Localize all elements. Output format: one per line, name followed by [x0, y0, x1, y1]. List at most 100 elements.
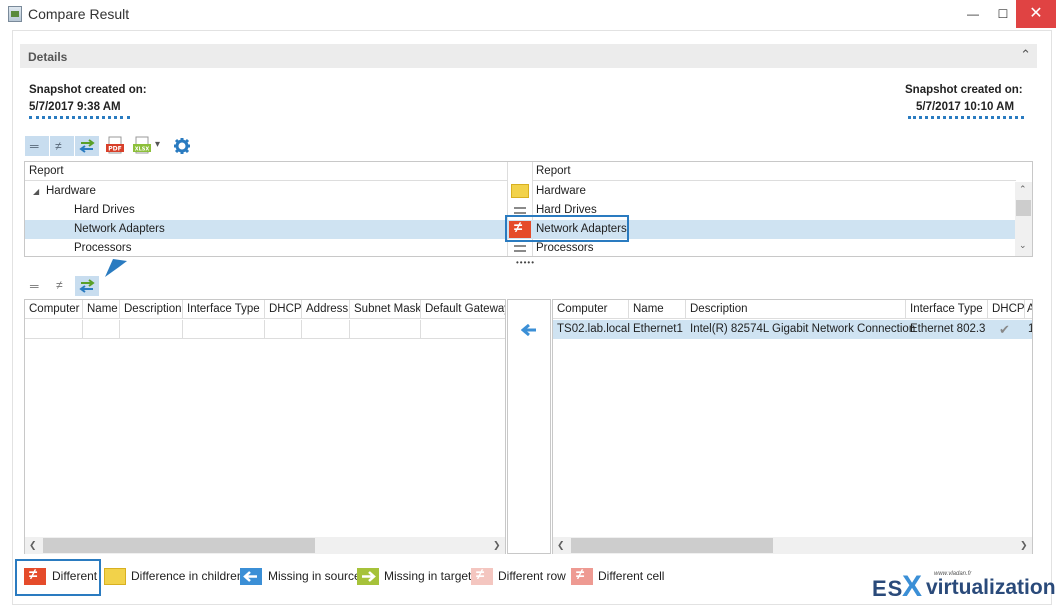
settings-button[interactable] [172, 136, 194, 156]
cell-extra: 1 [1028, 323, 1032, 335]
column-header[interactable]: Computer [25, 300, 83, 319]
splitter-grip[interactable]: ••••• [516, 258, 535, 267]
column-header[interactable]: Computer [553, 300, 629, 319]
column-header[interactable]: Default Gateway [421, 300, 505, 319]
column-header[interactable]: DHCP [265, 300, 302, 319]
checkmark-icon: ✔ [999, 322, 1010, 337]
show-missing-button[interactable] [75, 276, 99, 296]
cell-computer: TS02.lab.local [557, 323, 630, 335]
table-row[interactable]: TS02.lab.local Ethernet1 Intel(R) 82574L… [553, 320, 1032, 339]
collapse-chevron-icon[interactable]: ⌃ [1020, 47, 1031, 63]
left-snapshot-label: Snapshot created on: [29, 84, 147, 96]
cell-interface-type: Ethernet 802.3 [910, 323, 986, 335]
arrow-left-icon[interactable] [521, 324, 537, 336]
column-header[interactable]: Name [83, 300, 120, 319]
details-header[interactable]: Details ⌃ [20, 44, 1037, 68]
scrollbar-thumb[interactable] [1016, 200, 1031, 216]
chevron-down-icon[interactable]: ▾ [155, 139, 160, 150]
equal-icon: ═ [30, 279, 39, 293]
xlsx-icon: XLSX [133, 136, 151, 154]
show-missing-button[interactable] [75, 136, 99, 156]
equal-icon: ═ [30, 139, 39, 153]
tree-row[interactable]: Hardware [533, 182, 1016, 201]
different-row-icon: ≠ [471, 566, 493, 585]
different-cell-icon: ≠ [571, 566, 593, 585]
gear-icon [174, 138, 190, 154]
minimize-button[interactable]: — [958, 0, 988, 28]
flag-icon [104, 568, 126, 585]
right-data-grid: Computer Name Description Interface Type… [552, 299, 1033, 554]
tree-row[interactable]: ◢ Hardware [25, 182, 507, 201]
scroll-left-icon[interactable]: ❮ [29, 540, 37, 551]
column-header[interactable]: Interface Type [906, 300, 988, 319]
watermark-brand-x: X [902, 570, 923, 603]
column-header[interactable]: Name [629, 300, 686, 319]
not-equal-icon: ≠ [56, 278, 63, 292]
column-header[interactable]: DHCP [988, 300, 1025, 319]
scroll-down-icon[interactable]: ⌄ [1019, 240, 1027, 251]
scroll-right-icon[interactable]: ❯ [493, 540, 501, 551]
show-equal-button[interactable]: ═ [25, 136, 49, 156]
right-report-header: Report [533, 162, 1016, 181]
legend-label: Missing in source [268, 569, 361, 583]
legend-label: Different cell [598, 569, 665, 583]
maximize-button[interactable]: ☐ [988, 0, 1018, 28]
tree-row[interactable]: Processors [25, 239, 507, 258]
column-header[interactable]: Description [120, 300, 183, 319]
pdf-label: PDF [108, 146, 121, 153]
xlsx-label: XLSX [135, 147, 150, 153]
arrow-left-icon [240, 568, 262, 585]
scroll-left-icon[interactable]: ❮ [557, 540, 565, 551]
details-title: Details [28, 50, 68, 64]
left-data-grid: Computer Name Description Interface Type… [24, 299, 506, 554]
left-report-header-label: Report [29, 165, 64, 177]
watermark-brand-right: virtualization [926, 576, 1056, 599]
show-different-button[interactable]: ≠ [50, 276, 74, 296]
tree-row[interactable]: Hard Drives [25, 201, 507, 220]
export-pdf-button[interactable]: PDF [105, 136, 127, 156]
left-report-header: Report [25, 162, 507, 181]
tree-row-label: Hard Drives [74, 204, 135, 216]
column-header[interactable]: Description [686, 300, 906, 319]
scroll-up-icon[interactable]: ⌃ [1019, 184, 1027, 195]
annotation-underline [908, 116, 1024, 119]
pdf-icon: PDF [106, 136, 124, 154]
column-header[interactable]: Interface Type [183, 300, 265, 319]
right-grid-hscrollbar[interactable]: ❮ ❯ [553, 537, 1032, 554]
annotation-arrow-icon [105, 259, 127, 277]
app-icon [8, 6, 22, 22]
scrollbar-thumb[interactable] [43, 538, 315, 553]
cell-description: Intel(R) 82574L Gigabit Network Connecti… [690, 323, 916, 335]
swap-arrows-icon [79, 279, 95, 293]
legend-label: Difference in children [131, 569, 244, 583]
expand-triangle-icon[interactable]: ◢ [33, 182, 39, 201]
export-xlsx-button[interactable]: XLSX [132, 136, 154, 156]
legend-label: Missing in target [384, 569, 472, 583]
arrow-right-icon [357, 568, 379, 585]
show-different-button[interactable]: ≠ [50, 136, 74, 156]
close-button[interactable]: ✕ [1016, 0, 1056, 28]
tree-row-selected[interactable]: Network Adapters [25, 220, 507, 239]
column-header[interactable]: Subnet Mask [350, 300, 421, 319]
watermark-logo: www.vladan.fr ES X virtualization [870, 567, 1056, 607]
flag-icon [511, 184, 529, 198]
left-snapshot-date: 5/7/2017 9:38 AM [29, 101, 121, 113]
equal-icon [514, 207, 526, 214]
legend-label: Different row [498, 569, 566, 583]
empty-row[interactable] [25, 320, 505, 339]
column-header[interactable]: Address [302, 300, 350, 319]
scrollbar-thumb[interactable] [571, 538, 773, 553]
scroll-right-icon[interactable]: ❯ [1020, 540, 1028, 551]
show-equal-button[interactable]: ═ [25, 276, 49, 296]
tree-row-label: Network Adapters [74, 223, 165, 235]
left-grid-hscrollbar[interactable]: ❮ ❯ [25, 537, 505, 554]
report-tree-scrollbar[interactable]: ⌃ ⌄ [1015, 182, 1032, 256]
column-header[interactable]: A [1025, 300, 1032, 319]
right-grid-header: Computer Name Description Interface Type… [553, 300, 1032, 319]
legend: ≠ Different Difference in children Missi… [0, 564, 870, 588]
right-snapshot-label: Snapshot created on: [905, 84, 1023, 96]
left-grid-header: Computer Name Description Interface Type… [25, 300, 505, 319]
watermark-brand-left: ES [872, 576, 904, 601]
tree-row-label: Hardware [536, 185, 586, 197]
cell-name: Ethernet1 [633, 323, 683, 335]
